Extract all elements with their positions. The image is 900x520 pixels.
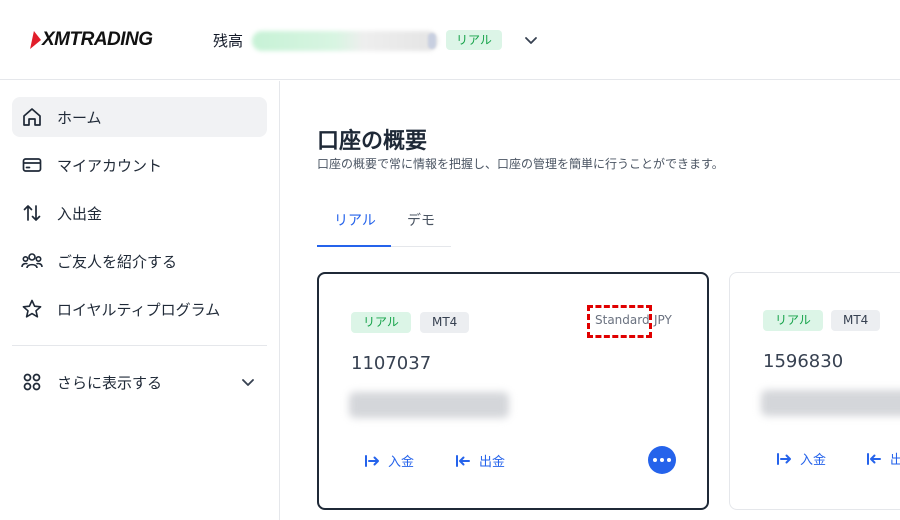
withdraw-button[interactable]: 出金 [866,449,900,468]
chevron-down-icon[interactable] [524,33,538,47]
deposit-arrow-icon [365,454,379,467]
account-currency: JPY [654,313,672,327]
account-number: 1596830 [763,351,844,372]
account-type-badge: リアル [351,312,411,333]
deposit-arrow-icon [777,452,791,465]
deposit-button[interactable]: 入金 [364,451,414,470]
more-dot-icon [653,458,658,462]
more-dot-icon [660,458,664,462]
card-icon [22,158,42,172]
sidebar-item-label: 入出金 [57,205,103,223]
balance-value-blurred [252,31,438,51]
sidebar-item-loyalty-program[interactable]: ロイヤルティプログラム [12,289,267,329]
xm-logo[interactable]: XMTRADING [30,29,153,51]
account-type-badge: リアル [763,310,823,331]
tab-demo[interactable]: デモ [407,210,435,230]
withdraw-arrow-icon [867,452,881,465]
sidebar-item-home[interactable]: ホーム [12,97,267,137]
star-icon [22,299,42,318]
withdraw-button[interactable]: 出金 [455,451,505,470]
withdraw-label: 出金 [479,455,506,470]
withdraw-label: 出金 [890,453,900,468]
chevron-down-icon [242,379,254,386]
sidebar-item-label: ホーム [57,109,102,127]
platform-badge: MT4 [831,310,881,331]
account-number: 1107037 [351,353,432,374]
page-subtitle: 口座の概要で常に情報を把握し、口座の管理を簡単に行うことができます。 [317,157,724,171]
top-header: XMTRADING 残高 リアル [0,0,900,80]
platform-badge: MT4 [420,312,470,333]
balance-value-blurred-end [428,33,436,49]
page-title: 口座の概要 [317,129,428,154]
more-dot-icon [666,458,671,462]
account-balance-blurred [349,392,509,418]
transfer-arrows-icon [23,205,41,221]
tab-real[interactable]: リアル [334,210,376,230]
more-options-button[interactable] [648,446,676,474]
account-card[interactable]: リアル MT4 Standard JPY 1107037 入金 出金 [317,272,709,510]
sidebar-item-label: マイアカウント [57,157,163,175]
people-icon [21,253,43,269]
sidebar-item-my-account[interactable]: マイアカウント [12,145,267,185]
grid-icon [23,373,41,391]
deposit-label: 入金 [800,453,827,468]
deposit-label: 入金 [388,455,415,470]
deposit-button[interactable]: 入金 [776,449,826,468]
sidebar-item-label: さらに表示する [57,374,163,392]
sidebar-item-label: ロイヤルティプログラム [57,301,221,319]
home-icon [23,108,41,126]
sidebar-item-label: ご友人を紹介する [57,253,178,271]
account-type-badge: リアル [446,30,502,50]
sidebar-divider [12,345,267,346]
highlight-annotation [587,305,652,338]
account-card[interactable]: リアル MT4 1596830 入金 出金 [729,272,900,510]
sidebar-item-refer-friend[interactable]: ご友人を紹介する [12,241,267,281]
balance-label: 残高 [213,32,244,50]
withdraw-arrow-icon [456,454,470,467]
logo-mark-icon [30,31,43,49]
active-tab-indicator [317,245,391,247]
sidebar-item-show-more[interactable]: さらに表示する [12,362,267,402]
logo-text: XMTRADING [42,29,153,50]
account-tabs: リアル デモ [317,200,451,247]
sidebar: ホーム マイアカウント 入出金 ご友人を紹介する ロイヤルティプログラム さらに… [0,81,280,520]
account-balance-blurred [761,390,900,416]
sidebar-item-deposit-withdraw[interactable]: 入出金 [12,193,267,233]
